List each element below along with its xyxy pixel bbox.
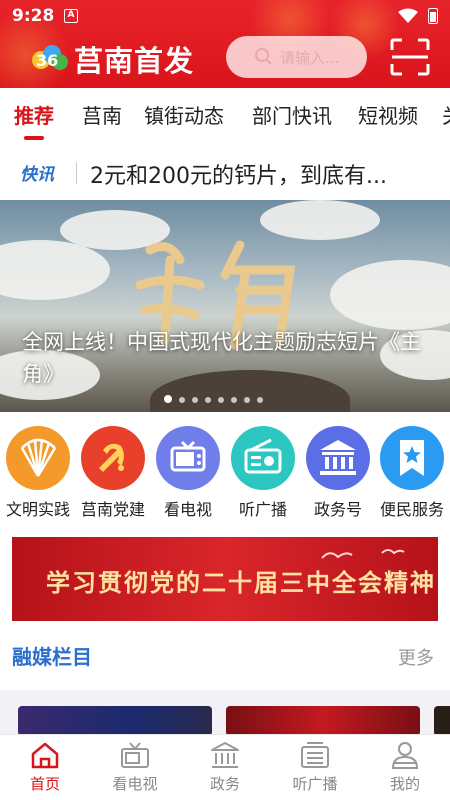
quick-link-label: 听广播: [238, 500, 287, 519]
tab-more-partial[interactable]: 关: [442, 100, 450, 129]
quick-link-party-building[interactable]: 莒南党建: [75, 426, 151, 520]
promo-banner-text: 学习贯彻党的二十届三中全会精神: [46, 568, 436, 597]
nav-label: 首页: [29, 775, 60, 793]
media-column-card[interactable]: [226, 706, 420, 734]
tab-junan[interactable]: 莒南: [82, 100, 122, 129]
party-emblem-icon: [81, 426, 145, 490]
cloud-decoration: [0, 240, 110, 300]
flash-tag: 快讯: [20, 165, 54, 185]
media-column-cards: [0, 690, 450, 734]
carousel-dot: [244, 397, 250, 403]
quick-link-label: 看电视: [163, 500, 212, 519]
nav-watch-tv[interactable]: 看电视: [100, 739, 170, 794]
quick-link-radio[interactable]: 听广播: [225, 426, 301, 520]
svg-text:36: 36: [36, 51, 58, 70]
tv-icon: [121, 742, 149, 768]
promo-banner[interactable]: 学习贯彻党的二十届三中全会精神: [12, 537, 438, 621]
quick-link-government[interactable]: 政务号: [300, 426, 376, 520]
carousel-dot: [257, 397, 263, 403]
quick-links: 文明实践 莒南党建 看电视 听广播 政务号 便民服务: [0, 420, 450, 520]
user-icon: [391, 742, 419, 769]
status-time: 9:28: [12, 6, 55, 26]
section-title: 融媒栏目: [12, 645, 92, 669]
nav-label: 听广播: [292, 775, 338, 793]
channel-tabs: 推荐 莒南 镇街动态 部门快讯 短视频 关: [0, 88, 450, 144]
scan-icon[interactable]: [390, 38, 430, 76]
search-box[interactable]: 请输入...: [226, 36, 367, 78]
app-brand-title: 莒南首发: [74, 44, 195, 78]
media-column-card[interactable]: [434, 706, 450, 734]
tab-recommend[interactable]: 推荐: [14, 100, 54, 129]
hero-carousel[interactable]: 全网上线！中国式现代化主题励志短片《主角》: [0, 200, 450, 412]
carousel-dot: [231, 397, 237, 403]
quick-link-civilization[interactable]: 文明实践: [0, 426, 76, 520]
nav-government[interactable]: 政务: [190, 739, 260, 794]
search-icon: [255, 48, 272, 65]
status-bar: 9:28 A: [0, 0, 450, 32]
radio-icon: [231, 426, 295, 490]
search-placeholder: 请输入...: [280, 49, 340, 67]
government-building-icon: [211, 742, 239, 768]
tv-icon: [156, 426, 220, 490]
quick-link-services[interactable]: 便民服务: [374, 426, 450, 520]
nav-label: 我的: [389, 775, 420, 793]
news-flash[interactable]: 快讯 2元和200元的钙片，到底有...: [0, 146, 450, 198]
app-header: 9:28 A 36 莒南首发 请输入...: [0, 0, 450, 88]
battery-icon: [428, 8, 438, 24]
quick-link-label: 便民服务: [379, 500, 444, 519]
quick-link-label: 莒南党建: [80, 500, 145, 519]
home-icon: [31, 742, 59, 769]
tab-short-video[interactable]: 短视频: [358, 100, 418, 129]
carousel-dot: [205, 397, 211, 403]
radio-icon: [301, 742, 329, 768]
government-building-icon: [306, 426, 370, 490]
fan-logo-icon: [6, 426, 70, 490]
nav-profile[interactable]: 我的: [370, 739, 440, 794]
tab-town-news[interactable]: 镇街动态: [144, 100, 224, 129]
nav-label: 政务: [209, 775, 240, 793]
quick-link-watch-tv[interactable]: 看电视: [150, 426, 226, 520]
quick-link-label: 文明实践: [5, 500, 70, 519]
carousel-dot: [179, 397, 185, 403]
wifi-icon: [398, 8, 418, 23]
active-tab-indicator: [24, 136, 44, 140]
quick-link-label: 政务号: [313, 500, 362, 519]
carousel-dot: [218, 397, 224, 403]
section-more-link[interactable]: 更多: [398, 644, 434, 670]
flash-headline[interactable]: 2元和200元的钙片，到底有...: [90, 158, 387, 190]
media-column-card[interactable]: [18, 706, 212, 734]
banner-title[interactable]: 全网上线！中国式现代化主题励志短片《主角》: [22, 326, 432, 390]
carousel-dot: [192, 397, 198, 403]
app-logo-icon: 36: [32, 45, 68, 70]
flash-divider: [76, 162, 77, 184]
nav-radio[interactable]: 听广播: [280, 739, 350, 794]
cloud-decoration: [330, 260, 450, 330]
notification-app-icon: A: [64, 9, 78, 23]
bookmark-star-icon: [380, 426, 444, 490]
carousel-dot: [164, 395, 172, 403]
tab-department-news[interactable]: 部门快讯: [252, 100, 332, 129]
nav-home[interactable]: 首页: [10, 739, 80, 794]
bottom-navigation: 首页 看电视 政务 听广播 我的: [0, 734, 450, 800]
nav-label: 看电视: [112, 775, 158, 793]
carousel-indicator: [164, 388, 270, 403]
